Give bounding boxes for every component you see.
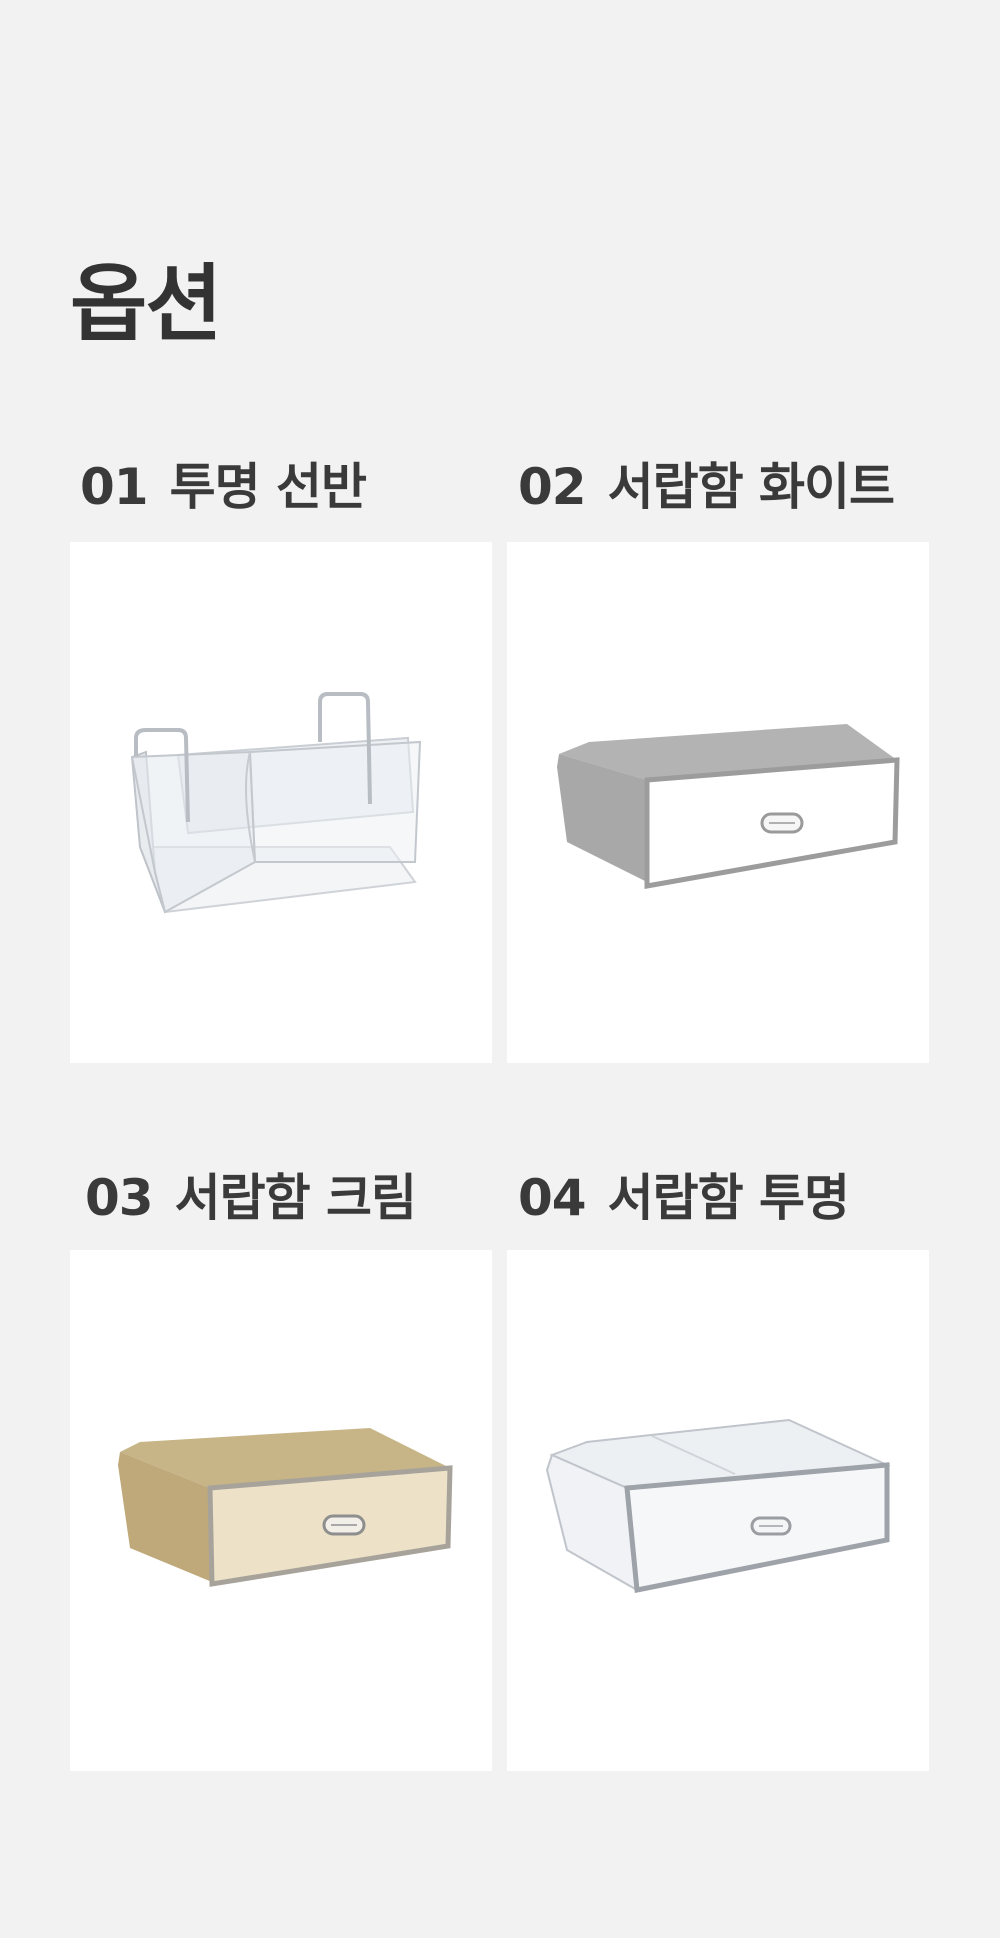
option-card-02[interactable] [507, 542, 929, 1063]
white-drawer-image [557, 724, 900, 889]
option-name: 서랍함 투명 [607, 1169, 850, 1227]
option-label-03: 03 서랍함 크림 [85, 1173, 417, 1223]
option-label-01: 01 투명 선반 [80, 462, 367, 512]
option-card-01[interactable] [70, 542, 492, 1063]
page-title: 옵션 [70, 255, 223, 353]
option-number: 01 [80, 458, 149, 516]
clear-shelf-image [130, 692, 422, 914]
option-name: 서랍함 크림 [174, 1169, 417, 1227]
option-card-04[interactable] [507, 1250, 929, 1771]
option-label-04: 04 서랍함 투명 [518, 1173, 850, 1223]
option-card-03[interactable] [70, 1250, 492, 1771]
option-number: 02 [518, 458, 587, 516]
option-number: 04 [518, 1169, 587, 1227]
option-name: 투명 선반 [169, 458, 367, 516]
cream-drawer-image [118, 1428, 453, 1587]
clear-drawer-image [545, 1418, 891, 1593]
option-name: 서랍함 화이트 [607, 458, 895, 516]
option-label-02: 02 서랍함 화이트 [518, 462, 895, 512]
option-number: 03 [85, 1169, 154, 1227]
